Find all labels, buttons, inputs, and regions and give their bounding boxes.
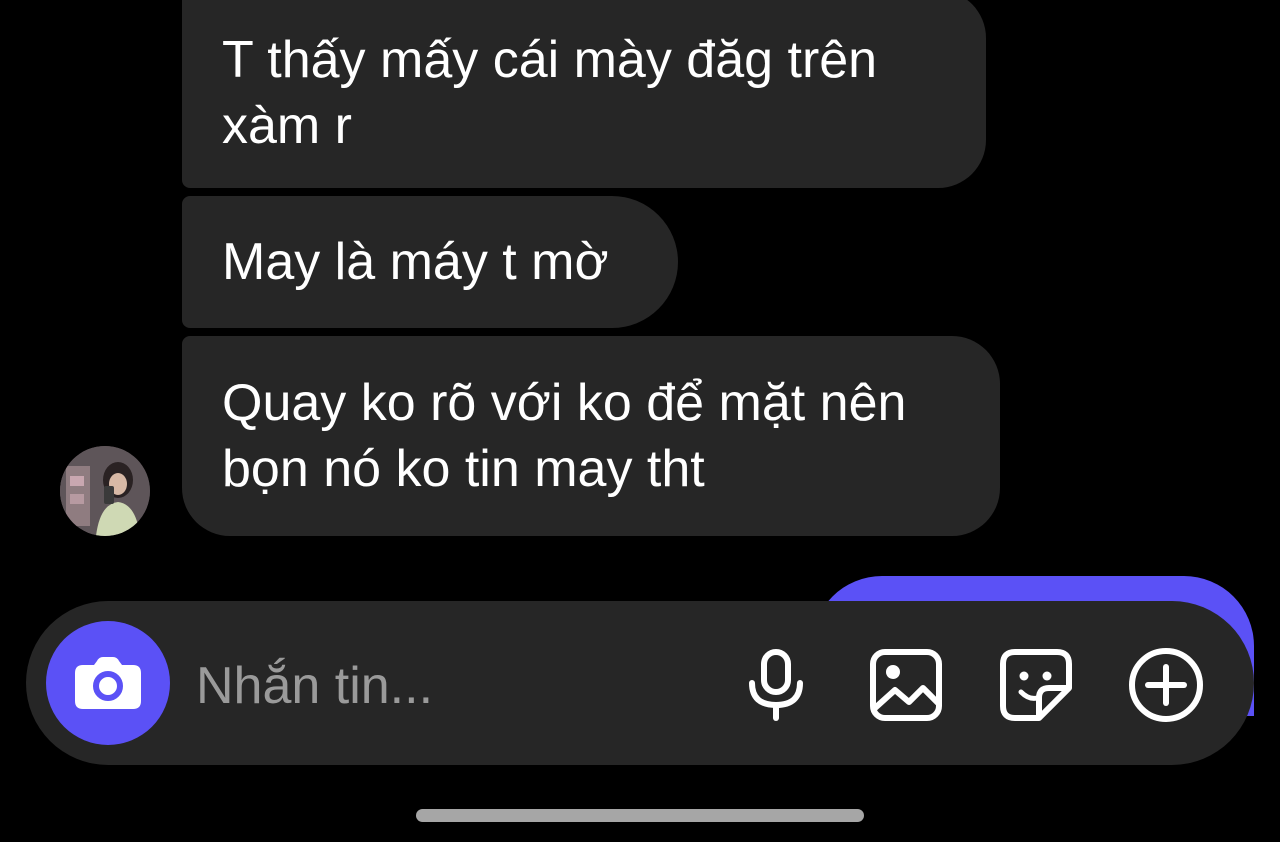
sticker-icon: [1000, 649, 1072, 721]
avatar[interactable]: [60, 446, 150, 536]
message-text: Quay ko rõ với ko để mặt nên bọn nó ko t…: [222, 374, 907, 498]
camera-icon: [75, 657, 141, 709]
voice-message-button[interactable]: [736, 645, 816, 725]
plus-circle-icon: [1129, 648, 1203, 722]
image-icon: [870, 649, 942, 721]
home-indicator[interactable]: [416, 809, 864, 822]
gallery-button[interactable]: [866, 645, 946, 725]
microphone-icon: [749, 649, 803, 721]
message-bubble[interactable]: May là máy t mờ: [182, 196, 678, 328]
message-composer: [26, 601, 1254, 765]
message-input[interactable]: [196, 653, 716, 719]
message-bubble[interactable]: Quay ko rõ với ko để mặt nên bọn nó ko t…: [182, 336, 1000, 536]
message-text: May là máy t mờ: [222, 233, 609, 291]
message-bubble[interactable]: T thấy mấy cái mày đăg trên xàm r: [182, 0, 986, 188]
camera-button[interactable]: [46, 621, 170, 745]
sticker-button[interactable]: [996, 645, 1076, 725]
message-text: T thấy mấy cái mày đăg trên xàm r: [222, 31, 878, 155]
more-options-button[interactable]: [1126, 645, 1206, 725]
